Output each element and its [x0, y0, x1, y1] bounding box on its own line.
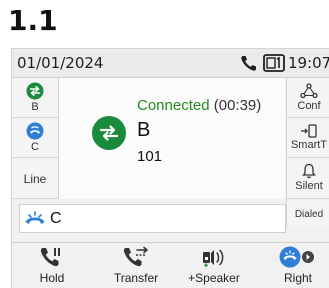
transfer-circle-icon — [26, 82, 44, 100]
right-button-label: Right — [283, 271, 312, 285]
line-key-label: Line — [23, 171, 47, 186]
caller-name: B — [137, 119, 151, 141]
hold-icon — [40, 248, 60, 267]
conf-key[interactable]: Conf — [287, 78, 329, 118]
line-key-label: B — [31, 101, 39, 113]
smart-transfer-icon — [301, 124, 317, 138]
hold-button-label: Hold — [39, 271, 65, 285]
transfer-icon — [123, 246, 148, 267]
phone-screen: 01/01/2024 19:07 B C Line Connected (00:… — [11, 48, 329, 288]
line-key-label: C — [31, 141, 39, 153]
bell-icon — [302, 163, 316, 179]
held-call-icon — [25, 210, 45, 224]
transfer-call-icon — [92, 116, 126, 150]
right-button[interactable]: Right — [264, 245, 329, 288]
line-key-line[interactable]: Line — [12, 158, 58, 199]
phone-handset-icon — [241, 56, 256, 71]
dialed-key-label: Dialed — [294, 209, 324, 220]
speaker-icon — [203, 249, 224, 267]
speaker-button[interactable]: +Speaker — [180, 245, 248, 288]
status-time: 19:07 — [288, 54, 329, 72]
smart-transfer-key[interactable]: SmartT — [287, 118, 329, 158]
held-call-name: C — [50, 209, 62, 227]
call-duration: (00:39) — [213, 97, 262, 114]
on-hold-circle-icon — [26, 122, 44, 140]
status-date: 01/01/2024 — [17, 54, 104, 72]
silent-key[interactable]: Silent — [287, 158, 329, 199]
right-function-keys: Conf SmartT Silent Dialed — [286, 78, 329, 228]
status-bar: 01/01/2024 19:07 — [12, 49, 329, 78]
hold-button[interactable]: Hold — [18, 245, 86, 288]
smart-transfer-label: SmartT — [290, 139, 328, 151]
line-one-icon — [263, 54, 285, 72]
speaker-button-label: +Speaker — [188, 271, 240, 285]
version-heading: 1.1 — [8, 4, 58, 37]
transfer-button-label: Transfer — [113, 271, 159, 285]
dialed-key[interactable]: Dialed — [287, 199, 329, 228]
line-key-c[interactable]: C — [12, 118, 58, 158]
held-call-row[interactable]: C — [19, 204, 286, 233]
left-line-keys: B C Line — [12, 78, 59, 199]
softkey-bar: Hold Transfer +Speaker Right — [12, 242, 329, 288]
call-status: Connected (00:39) — [137, 97, 261, 114]
silent-key-label: Silent — [295, 180, 323, 192]
conf-key-label: Conf — [297, 100, 321, 112]
call-status-text: Connected — [137, 97, 210, 114]
active-call-panel: Connected (00:39) B 101 — [59, 78, 285, 199]
right-icon — [279, 246, 314, 268]
status-right: 19:07 — [240, 53, 329, 73]
caller-number: 101 — [137, 148, 163, 165]
line-key-b[interactable]: B — [12, 78, 58, 118]
conference-icon — [300, 83, 318, 99]
transfer-button[interactable]: Transfer — [102, 245, 170, 288]
